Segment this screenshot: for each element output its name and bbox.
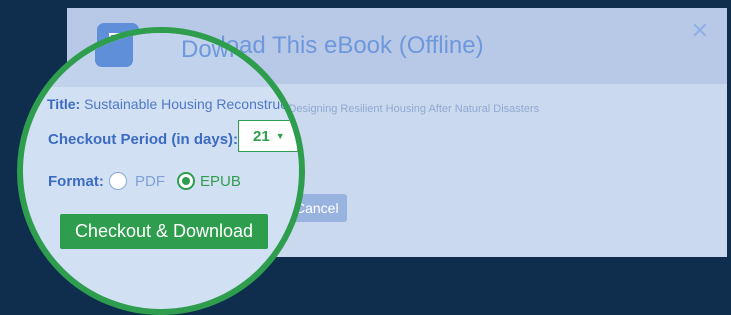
book-title-row: Title: Sustainable Housing Reconstructio… <box>47 96 305 112</box>
format-radio-epub[interactable] <box>177 172 195 190</box>
book-title-value: Sustainable Housing Reconstruction: Desi… <box>84 96 305 112</box>
close-icon[interactable]: ✕ <box>691 20 709 42</box>
format-option-epub[interactable]: EPUB <box>200 173 241 190</box>
book-icon <box>95 35 133 67</box>
chevron-down-icon: ▼ <box>275 131 285 141</box>
checkout-period-value: 21 <box>253 128 270 145</box>
format-option-pdf[interactable]: PDF <box>135 173 165 190</box>
checkout-period-select[interactable]: 21 ▼ <box>238 120 298 152</box>
magnifier-callout: Download This eBook (Offline) Title: Sus… <box>17 27 305 315</box>
format-radio-pdf[interactable] <box>109 172 127 190</box>
magnified-header: Download This eBook (Offline) <box>23 33 299 87</box>
format-label: Format: <box>48 173 104 190</box>
checkout-period-label: Checkout Period (in days): <box>48 131 239 148</box>
checkout-download-button[interactable]: Checkout & Download <box>60 214 268 249</box>
magnified-modal-title: Download This eBook (Offline) <box>181 36 299 63</box>
book-title-label: Title: <box>47 96 81 112</box>
